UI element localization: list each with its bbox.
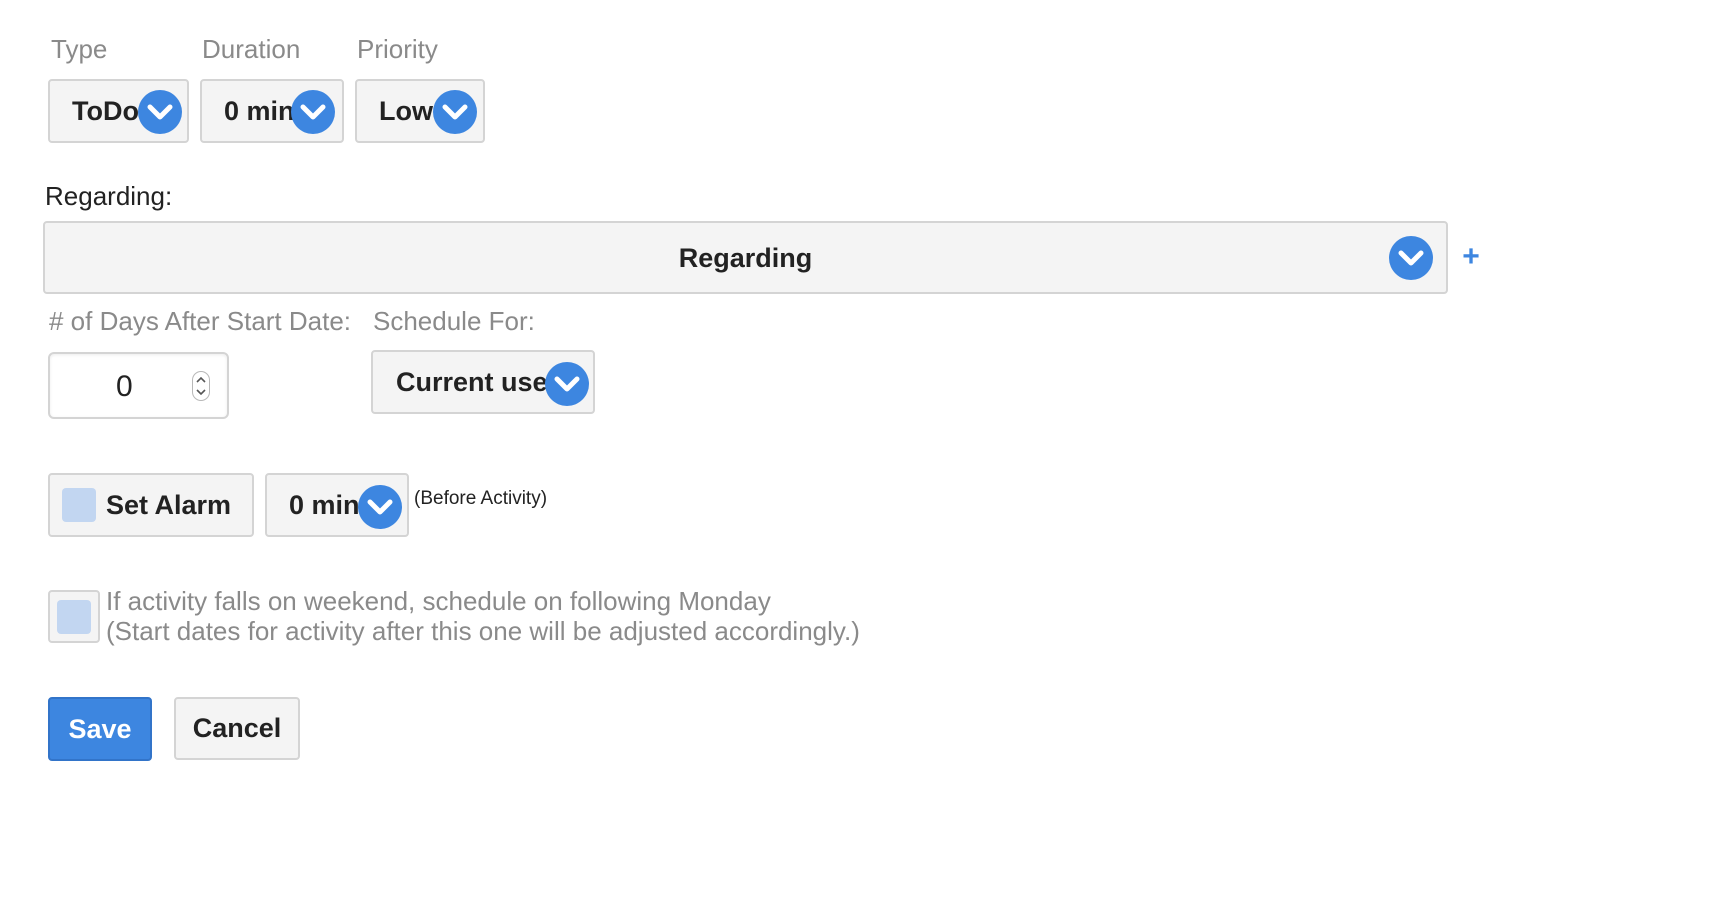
weekend-text: If activity falls on weekend, schedule o… xyxy=(106,586,860,646)
type-label: Type xyxy=(51,34,108,64)
chevron-down-icon xyxy=(358,485,402,529)
chevron-down-icon xyxy=(291,90,335,134)
duration-label: Duration xyxy=(202,34,301,64)
set-alarm-toggle[interactable]: Set Alarm xyxy=(48,473,254,537)
chevron-down-icon xyxy=(138,90,182,134)
weekend-text-line2: (Start dates for activity after this one… xyxy=(106,616,860,646)
save-button[interactable]: Save xyxy=(48,697,152,761)
days-after-start-value: 0 xyxy=(116,370,133,403)
duration-select[interactable]: 0 min xyxy=(200,79,344,143)
priority-select-value: Low xyxy=(379,96,433,126)
alarm-time-select[interactable]: 0 min xyxy=(265,473,409,537)
schedule-for-select-value: Current user xyxy=(396,367,559,397)
regarding-select[interactable]: Regarding xyxy=(43,221,1448,294)
priority-select[interactable]: Low xyxy=(355,79,485,143)
set-alarm-checkbox[interactable] xyxy=(62,488,96,522)
duration-select-value: 0 min xyxy=(224,96,295,126)
regarding-select-value: Regarding xyxy=(678,243,813,273)
alarm-time-select-value: 0 min xyxy=(289,490,360,520)
stepper-arrows-icon[interactable] xyxy=(192,371,210,401)
regarding-label: Regarding: xyxy=(45,181,173,211)
days-after-start-input[interactable]: 0 xyxy=(48,352,229,419)
days-after-start-label: # of Days After Start Date: xyxy=(49,306,352,336)
chevron-down-icon xyxy=(433,90,477,134)
cancel-button[interactable]: Cancel xyxy=(174,697,300,760)
chevron-down-icon xyxy=(545,362,589,406)
alarm-before-activity-note: (Before Activity) xyxy=(414,488,548,509)
weekend-checkbox[interactable] xyxy=(57,600,91,634)
add-regarding-plus-icon[interactable]: + xyxy=(1459,240,1483,274)
weekend-text-line1: If activity falls on weekend, schedule o… xyxy=(106,586,771,616)
schedule-for-label: Schedule For: xyxy=(373,306,535,336)
weekend-checkbox-container[interactable] xyxy=(48,590,100,643)
set-alarm-label: Set Alarm xyxy=(106,490,232,520)
type-select-value: ToDo xyxy=(72,96,139,126)
priority-label: Priority xyxy=(357,34,438,64)
schedule-for-select[interactable]: Current user xyxy=(371,350,595,414)
type-select[interactable]: ToDo xyxy=(48,79,189,143)
chevron-down-icon xyxy=(1389,236,1433,280)
